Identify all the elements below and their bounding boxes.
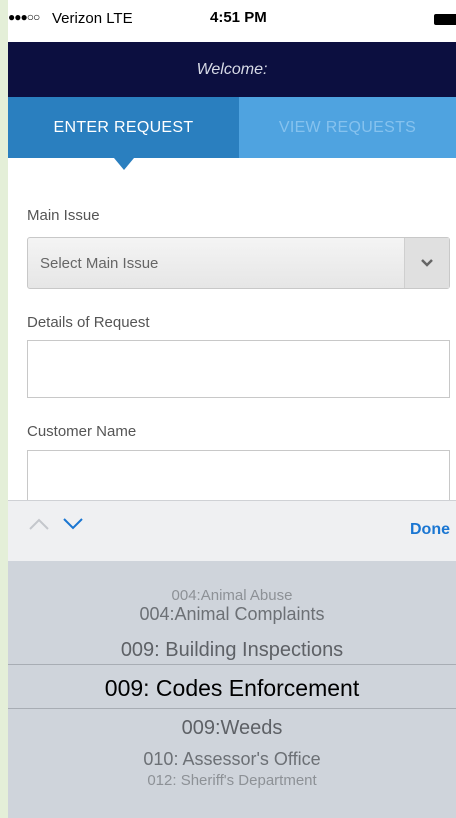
tab-bar: ENTER REQUEST VIEW REQUESTS (8, 97, 456, 158)
done-button[interactable]: Done (410, 521, 450, 539)
picker-option[interactable]: 004:Animal Complaints (8, 604, 456, 625)
active-tab-indicator (114, 158, 134, 170)
picker-option[interactable]: 004:Animal Abuse (8, 587, 456, 604)
keyboard-accessory-bar: Done (8, 500, 456, 562)
main-issue-label: Main Issue (27, 207, 100, 224)
clock: 4:51 PM (210, 9, 267, 26)
picker-selected-option[interactable]: 009: Codes Enforcement (8, 675, 456, 702)
status-bar: ●●●○○ Verizon LTE 4:51 PM (8, 0, 456, 42)
signal-strength-icon: ●●●○○ (8, 10, 40, 24)
chevron-down-icon[interactable] (62, 517, 84, 536)
picker-option[interactable]: 009: Building Inspections (8, 639, 456, 662)
chevron-up-icon[interactable] (28, 517, 50, 536)
battery-icon (434, 14, 456, 25)
details-label: Details of Request (27, 314, 150, 331)
option-picker-wheel[interactable]: 004:Animal Abuse 004:Animal Complaints 0… (8, 561, 456, 818)
customer-name-field[interactable] (27, 450, 450, 502)
chevron-down-icon[interactable] (404, 238, 449, 288)
details-field[interactable] (27, 340, 450, 398)
picker-option[interactable]: 012: Sheriff's Department (8, 772, 456, 789)
tab-view-requests[interactable]: VIEW REQUESTS (239, 97, 456, 158)
carrier-label: Verizon LTE (52, 10, 133, 27)
tab-label: VIEW REQUESTS (278, 118, 417, 136)
tab-enter-request[interactable]: ENTER REQUEST (8, 97, 239, 158)
welcome-text: Welcome: (196, 60, 268, 78)
main-issue-select[interactable]: Select Main Issue (27, 237, 450, 289)
tab-label: ENTER REQUEST (53, 118, 194, 136)
welcome-header: Welcome: (8, 42, 456, 97)
customer-name-label: Customer Name (27, 423, 137, 440)
picker-option[interactable]: 009:Weeds (8, 717, 456, 740)
picker-option[interactable]: 010: Assessor's Office (8, 749, 456, 770)
phone-screen: ●●●○○ Verizon LTE 4:51 PM Welcome: ENTER… (8, 0, 456, 818)
main-issue-value: Select Main Issue (40, 255, 159, 272)
